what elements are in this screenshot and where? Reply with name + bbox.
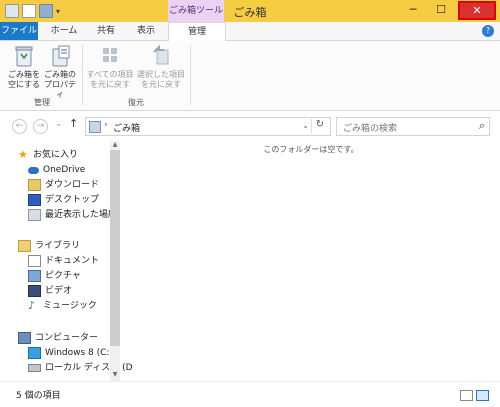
nav-item-label: ビデオ [45,286,73,296]
ribbon: ごみ箱を 空にする ごみ箱の プロパティ 管理 すべての項目 を元に戻す 選択し… [0,41,500,111]
ribbon-group-manage: ごみ箱を 空にする ごみ箱の プロパティ 管理 [4,41,80,110]
nav-item-downloads[interactable]: ダウンロード [28,178,99,192]
search-icon[interactable]: ⌕ [479,119,485,133]
chevron-down-icon[interactable]: ⌄ [302,121,309,130]
nav-item-label: 最近表示した場所 [45,210,118,220]
nav-computer-label: コンピューター [35,333,99,343]
nav-item-drive-c[interactable]: Windows 8 (C:) [28,346,113,360]
nav-scrollbar-thumb[interactable] [110,150,120,346]
tab-file[interactable]: ファイル [0,22,38,40]
ribbon-separator [82,45,83,105]
desktop-icon [28,194,41,206]
restore-selected-label-1: 選択した項目 [137,70,185,79]
close-button[interactable]: ✕ [458,1,496,20]
forward-button[interactable]: → [33,119,48,134]
download-folder-icon [28,179,41,191]
computer-icon [18,332,31,344]
empty-folder-message: このフォルダーは空です。 [263,145,359,154]
empty-bin-label-2: 空にする [7,80,41,89]
breadcrumb-separator-icon: › [104,120,108,130]
restore-selected-button[interactable]: 選択した項目 を元に戻す [136,42,186,97]
ribbon-group-restore: すべての項目 を元に戻す 選択した項目 を元に戻す 復元 [86,41,186,110]
nav-libraries-label: ライブラリ [35,241,81,251]
minimize-button[interactable]: ─ [400,0,426,20]
properties-label-1: ごみ箱の [44,70,76,79]
item-count: 5 個の項目 [16,391,61,401]
restore-all-icon [100,44,120,68]
pictures-icon [28,270,41,282]
address-field[interactable]: › ごみ箱 ⌄ ↻ [85,117,331,136]
nav-item-label: ミュージック [43,301,97,311]
cloud-icon [28,166,39,174]
restore-all-label-1: すべての項目 [86,70,134,79]
tab-home[interactable]: ホーム [44,22,84,40]
restore-all-button[interactable]: すべての項目 を元に戻す [86,42,134,97]
videos-icon [28,285,41,297]
nav-item-label: Windows 8 (C:) [45,348,113,358]
windows-drive-icon [28,347,41,359]
tab-share[interactable]: 共有 [88,22,124,40]
nav-item-label: デスクトップ [45,195,100,205]
nav-libraries[interactable]: ライブラリ [18,239,80,253]
tab-view[interactable]: 表示 [128,22,164,40]
large-icons-view-icon[interactable] [476,390,489,401]
empty-recycle-bin-button[interactable]: ごみ箱を 空にする [6,42,42,97]
navigation-pane: ★ お気に入り OneDrive ダウンロード デスクトップ 最近表示した場所 [0,141,133,381]
nav-item-label: ドキュメント [45,256,100,266]
recent-places-icon [28,209,41,221]
content-area: ★ お気に入り OneDrive ダウンロード デスクトップ 最近表示した場所 [0,141,500,381]
restore-all-label-2: を元に戻す [90,80,130,89]
properties-icon [50,44,70,68]
nav-item-documents[interactable]: ドキュメント [28,254,99,268]
status-bar: 5 個の項目 [0,381,500,407]
nav-item-onedrive[interactable]: OneDrive [28,163,85,177]
search-input[interactable]: ごみ箱の検索 ⌕ [336,117,490,136]
nav-favorites[interactable]: ★ お気に入り [18,148,78,162]
ribbon-separator [190,45,191,105]
recent-locations-chevron-icon[interactable]: ⌄ [55,119,63,129]
group-label-manage: 管理 [34,98,50,107]
group-label-restore: 復元 [128,98,144,107]
nav-computer[interactable]: コンピューター [18,331,98,345]
up-button[interactable]: ↑ [69,117,78,130]
breadcrumb-recycle-bin[interactable]: ごみ箱 [113,121,140,134]
address-bar-row: ← → ⌄ ↑ › ごみ箱 ⌄ ↻ ごみ箱の検索 ⌕ [0,111,500,141]
ribbon-tab-bar: ファイル ホーム 共有 表示 管理 ? [0,22,500,41]
music-icon: ♪ [28,299,36,312]
scroll-up-icon[interactable]: ▲ [110,141,120,150]
documents-icon [28,255,41,267]
nav-item-label: OneDrive [43,165,86,175]
back-button[interactable]: ← [12,119,27,134]
empty-bin-label-1: ごみ箱を [8,70,40,79]
star-icon: ★ [18,148,28,161]
nav-item-desktop[interactable]: デスクトップ [28,193,99,207]
explorer-window: ▾ ごみ箱ツール ごみ箱 ─ ☐ ✕ ファイル ホーム 共有 表示 管理 ? ご… [0,0,500,407]
nav-item-label: ピクチャ [45,271,81,281]
recycle-bin-properties-button[interactable]: ごみ箱の プロパティ [42,42,78,99]
title-bar: ▾ ごみ箱ツール ごみ箱 ─ ☐ ✕ [0,0,500,22]
details-view-icon[interactable] [460,390,473,401]
nav-favorites-label: お気に入り [33,150,79,160]
nav-item-music[interactable]: ♪ ミュージック [28,299,97,313]
restore-selected-icon [151,44,171,68]
restore-selected-label-2: を元に戻す [141,80,181,89]
recycle-bin-icon [14,44,34,68]
help-icon[interactable]: ? [482,25,494,37]
recycle-bin-small-icon [89,121,101,133]
scroll-down-icon[interactable]: ▼ [110,371,120,380]
maximize-button[interactable]: ☐ [428,0,454,20]
library-folder-icon [18,240,31,252]
nav-item-recent[interactable]: 最近表示した場所 [28,208,117,222]
nav-item-videos[interactable]: ビデオ [28,284,72,298]
nav-item-pictures[interactable]: ピクチャ [28,269,81,283]
drive-icon [28,364,41,372]
search-placeholder: ごみ箱の検索 [343,124,398,134]
nav-item-label: ダウンロード [45,180,100,190]
tab-manage[interactable]: 管理 [168,22,226,41]
refresh-button[interactable]: ↻ [311,119,328,134]
